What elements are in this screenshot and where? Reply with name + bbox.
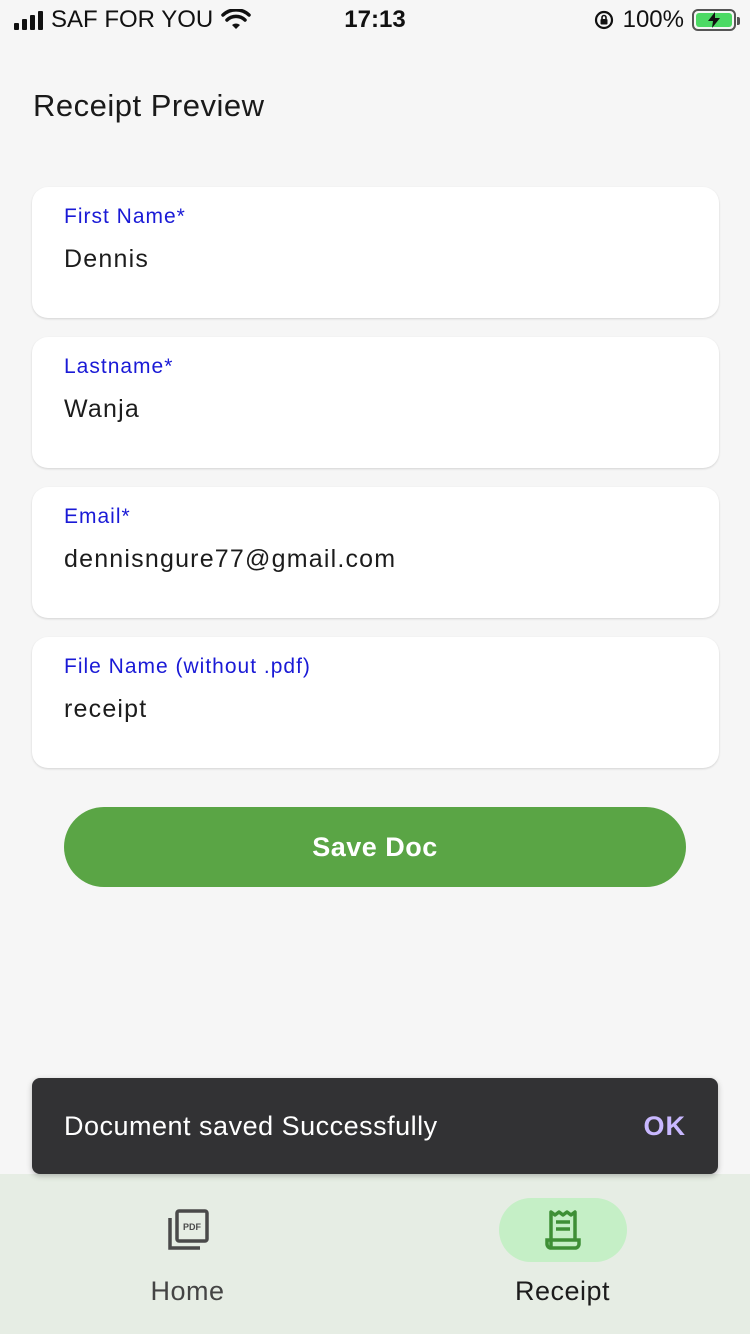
nav-home-label: Home (150, 1276, 225, 1306)
svg-text:PDF: PDF (183, 1222, 202, 1232)
orientation-lock-icon (594, 10, 613, 30)
nav-home-icon-wrap: PDF (124, 1198, 252, 1262)
snackbar-message: Document saved Successfully (64, 1110, 438, 1141)
email-input[interactable]: dennisngure77@gmail.com (64, 545, 687, 574)
lastname-field[interactable]: Lastname* Wanja (32, 337, 719, 468)
carrier-name: SAF FOR YOU (51, 6, 214, 33)
nav-receipt-label: Receipt (514, 1276, 611, 1306)
lastname-label: Lastname* (64, 355, 174, 378)
first-name-field[interactable]: First Name* Dennis (32, 187, 719, 318)
cellular-signal-icon (14, 10, 43, 30)
wifi-icon (221, 9, 251, 29)
battery-fill (696, 12, 732, 28)
email-field[interactable]: Email* dennisngure77@gmail.com (32, 487, 719, 618)
battery-icon (692, 9, 740, 31)
page-title: Receipt Preview (33, 88, 265, 123)
bottom-navigation: PDF Home Receipt (0, 1174, 750, 1334)
file-name-label: File Name (without .pdf) (64, 655, 311, 678)
file-name-input[interactable]: receipt (64, 695, 687, 724)
nav-item-home[interactable]: PDF Home (0, 1174, 375, 1334)
snackbar: Document saved Successfully OK (32, 1078, 718, 1174)
email-label: Email* (64, 505, 131, 528)
pdf-file-icon: PDF (167, 1209, 209, 1250)
first-name-label: First Name* (64, 205, 186, 228)
status-bar: SAF FOR YOU 17:13 100% (0, 0, 750, 40)
save-doc-button[interactable]: Save Doc (64, 807, 686, 887)
nav-item-receipt[interactable]: Receipt (375, 1174, 750, 1334)
snackbar-ok-button[interactable]: OK (644, 1111, 687, 1142)
file-name-field[interactable]: File Name (without .pdf) receipt (32, 637, 719, 768)
receipt-icon (544, 1210, 581, 1250)
charging-bolt-icon (708, 12, 720, 28)
lastname-input[interactable]: Wanja (64, 395, 687, 424)
nav-receipt-icon-wrap (498, 1198, 627, 1262)
status-right: 100% (593, 6, 740, 34)
status-left: SAF FOR YOU (14, 6, 251, 34)
battery-percent: 100% (622, 6, 684, 33)
first-name-input[interactable]: Dennis (64, 245, 687, 274)
